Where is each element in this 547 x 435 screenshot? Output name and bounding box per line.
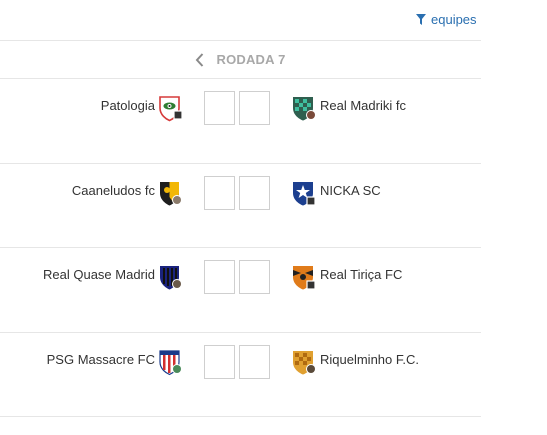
away-score-input[interactable]	[239, 176, 270, 210]
checkered-crest-icon	[293, 97, 316, 121]
match-row: Real Quase Madrid Real Tiriça FC	[0, 248, 481, 332]
away-team-crest	[290, 348, 318, 376]
home-team-crest	[157, 179, 185, 207]
home-team-name: Real Quase Madrid	[43, 267, 155, 282]
away-team-name: Riquelminho F.C.	[320, 352, 419, 367]
away-score-input[interactable]	[239, 345, 270, 379]
previous-round-button[interactable]	[195, 52, 204, 67]
away-team-name: Real Madriki fc	[320, 98, 406, 113]
star-crest-icon	[293, 182, 316, 206]
chevron-left-icon	[196, 52, 204, 67]
away-team-crest	[290, 263, 318, 291]
filter-teams-link[interactable]: equipes	[416, 12, 477, 27]
match-row: Caaneludos fc NICKA SC	[0, 164, 481, 248]
tiger-crest-icon	[293, 266, 316, 290]
away-team-crest	[290, 179, 318, 207]
away-team-name: NICKA SC	[320, 183, 381, 198]
home-team-crest	[157, 348, 185, 376]
home-score-input[interactable]	[204, 176, 235, 210]
home-score-input[interactable]	[204, 345, 235, 379]
home-score-input[interactable]	[204, 91, 235, 125]
divider	[0, 416, 481, 417]
shield-crest-icon	[160, 182, 182, 206]
match-row: Patologia Real Madriki fc	[0, 79, 481, 163]
away-team-crest	[290, 94, 318, 122]
away-score-input[interactable]	[239, 91, 270, 125]
home-team-crest	[157, 94, 185, 122]
away-team-name: Real Tiriça FC	[320, 267, 403, 282]
home-team-name: PSG Massacre FC	[46, 352, 155, 367]
checkered-crest-icon	[293, 351, 316, 375]
home-score-input[interactable]	[204, 260, 235, 294]
match-row: PSG Massacre FC Riquelminho F.C.	[0, 333, 481, 417]
home-team-name: Patologia	[100, 98, 155, 113]
filter-label: equipes	[431, 12, 477, 27]
round-title: RODADA 7	[216, 52, 286, 67]
away-score-input[interactable]	[239, 260, 270, 294]
home-team-name: Caaneludos fc	[71, 183, 155, 198]
shield-crest-icon	[159, 96, 183, 122]
round-header: RODADA 7	[0, 41, 481, 78]
home-team-crest	[157, 263, 185, 291]
striped-crest-icon	[160, 266, 182, 290]
filter-icon	[416, 14, 426, 25]
striped-crest-icon	[159, 350, 182, 376]
